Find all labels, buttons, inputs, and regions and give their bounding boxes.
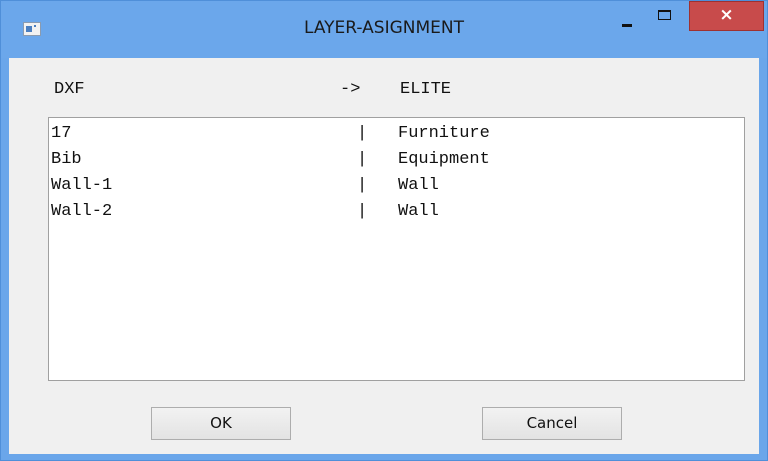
minimize-icon[interactable] bbox=[614, 7, 642, 33]
maximize-icon[interactable] bbox=[652, 5, 680, 31]
separator: | bbox=[357, 150, 368, 169]
list-item[interactable]: Wall-1 | Wall bbox=[49, 173, 744, 199]
dxf-column-header: DXF bbox=[54, 80, 85, 99]
dxf-layer: 17 bbox=[51, 124, 72, 143]
close-icon[interactable]: × bbox=[689, 1, 764, 31]
separator: | bbox=[357, 202, 368, 221]
elite-column-header: ELITE bbox=[400, 80, 452, 99]
ok-button[interactable]: OK bbox=[151, 407, 291, 440]
dxf-layer: Wall-2 bbox=[51, 202, 113, 221]
list-item[interactable]: 17 | Furniture bbox=[49, 121, 744, 147]
elite-layer: Wall bbox=[398, 176, 439, 195]
list-item[interactable]: Wall-2 | Wall bbox=[49, 199, 744, 225]
list-item[interactable]: Bib | Equipment bbox=[49, 147, 744, 173]
elite-layer: Furniture bbox=[398, 124, 490, 143]
elite-layer: Equipment bbox=[398, 150, 490, 169]
layer-mapping-list[interactable]: 17 | Furniture Bib | Equipment Wall-1 | … bbox=[48, 117, 745, 381]
dxf-layer: Wall-1 bbox=[51, 176, 113, 195]
separator: | bbox=[357, 176, 368, 195]
title-bar[interactable]: LAYER-ASIGNMENT × bbox=[1, 1, 767, 58]
mapping-arrow: -> bbox=[340, 80, 361, 99]
elite-layer: Wall bbox=[398, 202, 439, 221]
dialog-body: DXF -> ELITE 17 | Furniture Bib | Equipm… bbox=[9, 58, 759, 454]
separator: | bbox=[357, 124, 368, 143]
cancel-button[interactable]: Cancel bbox=[482, 407, 622, 440]
dxf-layer: Bib bbox=[51, 150, 82, 169]
dialog-window: LAYER-ASIGNMENT × DXF -> ELITE 17 | Furn… bbox=[0, 0, 768, 461]
